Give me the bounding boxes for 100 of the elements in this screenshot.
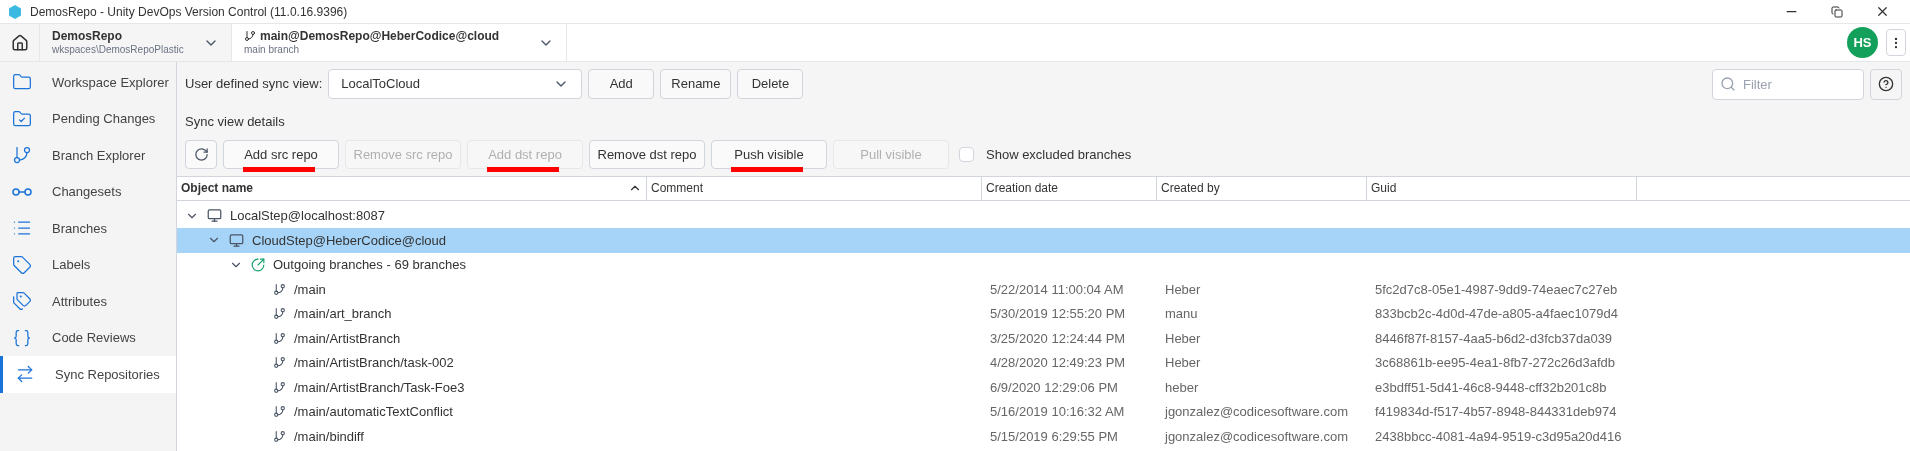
help-button[interactable] bbox=[1870, 68, 1902, 100]
sidebar-item[interactable]: Branches bbox=[0, 210, 176, 247]
object-name: /main/automaticTextConflict bbox=[294, 403, 453, 421]
sidebar-item[interactable]: Attributes bbox=[0, 283, 176, 320]
branch-icon bbox=[12, 145, 32, 166]
object-name: /main/ArtistBranch bbox=[294, 329, 401, 348]
creation-date: 6/9/2020 12:29:06 PM bbox=[989, 378, 1119, 397]
object-name: /main/art_branch bbox=[294, 305, 392, 323]
guid: 5fc2d7c8-05e1-4987-9dd9-74eaec7c27eb bbox=[1374, 280, 1619, 299]
braces-icon bbox=[12, 327, 32, 348]
branch-icon bbox=[273, 356, 286, 370]
home-button[interactable] bbox=[0, 24, 40, 61]
created-by: jgonzalez@codicesoftware.com bbox=[1163, 403, 1349, 421]
column-header[interactable]: Created by bbox=[1157, 176, 1367, 200]
guid: 3c68861b-ee95-4ea1-8fb7-272c26d3afdb bbox=[1374, 354, 1616, 372]
sync-view-dropdown[interactable]: LocalToCloud bbox=[328, 69, 583, 99]
tree-row[interactable]: /main/ArtistBranch/Task-Foe3 6/9/2020 12:29:06 PM heber e3bdff51-5d41-46c8-9448-cff32b201c8b bbox=[177, 375, 1910, 400]
refresh-icon bbox=[193, 147, 209, 162]
branch-icon bbox=[273, 331, 286, 345]
branch-icon bbox=[273, 307, 286, 321]
toolbar-button[interactable]: Add bbox=[588, 69, 655, 99]
created-by: manu bbox=[1164, 305, 1199, 323]
tree-row[interactable]: Outgoing branches - 69 branches bbox=[177, 252, 1910, 277]
tree-row[interactable]: CloudStep@HeberCodice@cloud bbox=[177, 228, 1910, 253]
creation-date: 5/30/2019 12:55:20 PM bbox=[989, 305, 1127, 323]
action-button[interactable]: Remove dst repo bbox=[589, 140, 705, 169]
column-header[interactable]: Creation date bbox=[982, 176, 1157, 200]
commit-icon bbox=[12, 187, 32, 196]
checkbox-label: Show excluded branches bbox=[986, 145, 1132, 164]
sidebar-item[interactable]: Workspace Explorer bbox=[0, 64, 176, 101]
column-header[interactable]: Comment bbox=[647, 176, 982, 200]
toolbar-button[interactable]: Rename bbox=[660, 69, 732, 99]
breadcrumb-title: main@DemosRepo@HeberCodice@cloud bbox=[260, 28, 500, 44]
action-button[interactable]: Push visible bbox=[711, 140, 827, 169]
sidebar-item[interactable]: Sync Repositories bbox=[0, 356, 176, 393]
branch-icon bbox=[273, 380, 286, 394]
toolbar-button[interactable]: Delete bbox=[737, 69, 804, 99]
guid: 2438bbcc-4081-4a94-9519-c3d95a20d416 bbox=[1374, 427, 1623, 446]
object-name: Outgoing branches - 69 branches bbox=[273, 256, 466, 274]
swap-arrows-icon bbox=[15, 364, 35, 385]
created-by: Heber bbox=[1164, 329, 1202, 348]
search-icon bbox=[1720, 75, 1736, 92]
object-name: CloudStep@HeberCodice@cloud bbox=[252, 231, 447, 250]
creation-date: 5/22/2014 11:00:04 AM bbox=[989, 280, 1125, 299]
more-button[interactable] bbox=[1886, 29, 1906, 56]
section-label: Sync view details bbox=[185, 113, 286, 131]
creation-date: 5/15/2019 6:29:55 PM bbox=[989, 427, 1119, 446]
tree-row[interactable]: /main/ArtistBranch/task-002 4/28/2020 12:49:23 PM Heber 3c68861b-ee95-4ea1-8fb7-272c26d3afdb bbox=[177, 350, 1910, 375]
folder-check-icon bbox=[12, 108, 32, 129]
created-by: Heber bbox=[1164, 354, 1202, 372]
tag-icon bbox=[12, 254, 32, 275]
breadcrumb-subtitle: main branch bbox=[244, 43, 301, 57]
sync-view-label: User defined sync view: bbox=[185, 75, 323, 94]
branch-icon bbox=[273, 405, 286, 419]
guid: 833bcb2c-4d0d-47de-a805-a4faec1079d4 bbox=[1374, 305, 1619, 323]
object-name: /main/ArtistBranch/task-002 bbox=[294, 354, 454, 372]
tree-row[interactable]: /main/art_branch 5/30/2019 12:55:20 PM manu 833bcb2c-4d0d-47de-a805-a4faec1079d4 bbox=[177, 301, 1910, 326]
object-name: /main/ArtistBranch/Task-Foe3 bbox=[294, 378, 465, 397]
action-button[interactable]: Add src repo bbox=[223, 140, 339, 169]
sidebar-item[interactable]: Pending Changes bbox=[0, 100, 176, 137]
tree-row[interactable]: /main/ArtistBranch 3/25/2020 12:24:44 PM Heber 8446f87f-8157-4aa5-b6d2-d3fcb37da039 bbox=[177, 326, 1910, 351]
window-title: DemosRepo - Unity DevOps Version Control (11.0.16.9396) bbox=[30, 3, 348, 21]
monitor-icon bbox=[229, 232, 244, 248]
breadcrumb[interactable]: DemosRepo wkspaces\DemosRepoPlastic bbox=[40, 24, 232, 61]
creation-date: 4/28/2020 12:49:23 PM bbox=[989, 354, 1127, 372]
created-by: Heber bbox=[1164, 280, 1202, 299]
created-by: heber bbox=[1164, 378, 1200, 397]
guid: e3bdff51-5d41-46c8-9448-cff32b201c8b bbox=[1374, 378, 1608, 397]
object-name: LocalStep@localhost:8087 bbox=[230, 207, 385, 225]
breadcrumb-title: DemosRepo bbox=[52, 28, 122, 44]
refresh-button[interactable] bbox=[185, 140, 217, 169]
sidebar-item[interactable]: Branch Explorer bbox=[0, 137, 176, 174]
object-name: /main/bindiff bbox=[294, 427, 364, 446]
tree-row[interactable]: LocalStep@localhost:8087 bbox=[177, 203, 1910, 228]
guid: 8446f87f-8157-4aa5-b6d2-d3fcb37da039 bbox=[1374, 329, 1614, 348]
breadcrumb-subtitle: wkspaces\DemosRepoPlastic bbox=[52, 43, 184, 57]
checkbox[interactable] bbox=[959, 147, 974, 162]
app-logo-icon bbox=[8, 4, 22, 19]
tags-icon bbox=[12, 291, 32, 312]
tree-row[interactable]: /main/bindiff 5/15/2019 6:29:55 PM jgonzalez@codicesoftware.com 2438bbcc-4081-4a94-9519-c3d95a20d416 bbox=[177, 424, 1910, 449]
created-by: jgonzalez@codicesoftware.com bbox=[1163, 427, 1349, 446]
column-header[interactable]: Object name bbox=[177, 176, 647, 200]
help-icon bbox=[1878, 76, 1894, 92]
tree-row[interactable]: /main 5/22/2014 11:00:04 AM Heber 5fc2d7c8-05e1-4987-9dd9-74eaec7c27eb bbox=[177, 277, 1910, 302]
object-name: /main bbox=[294, 280, 326, 299]
monitor-icon bbox=[207, 208, 222, 224]
column-header[interactable]: Guid bbox=[1367, 176, 1637, 200]
branch-icon bbox=[273, 429, 286, 443]
tree-row[interactable]: /main/automaticTextConflict 5/16/2019 10:16:32 AM jgonzalez@codicesoftware.com f419834d-f517-4b57-8948-844331deb974 bbox=[177, 399, 1910, 424]
branch-icon bbox=[244, 30, 256, 43]
filter-field[interactable]: Filter bbox=[1712, 68, 1864, 100]
close-icon[interactable] bbox=[1875, 4, 1890, 19]
home-icon bbox=[10, 33, 29, 52]
restore-icon[interactable] bbox=[1831, 5, 1843, 18]
branch-icon bbox=[273, 282, 286, 296]
creation-date: 3/25/2020 12:24:44 PM bbox=[989, 329, 1127, 348]
sidebar-item[interactable]: Code Reviews bbox=[0, 319, 176, 356]
guid: f419834d-f517-4b57-8948-844331deb974 bbox=[1374, 403, 1618, 421]
sidebar-item[interactable]: Changesets bbox=[0, 173, 176, 210]
sidebar-item[interactable]: Labels bbox=[0, 246, 176, 283]
